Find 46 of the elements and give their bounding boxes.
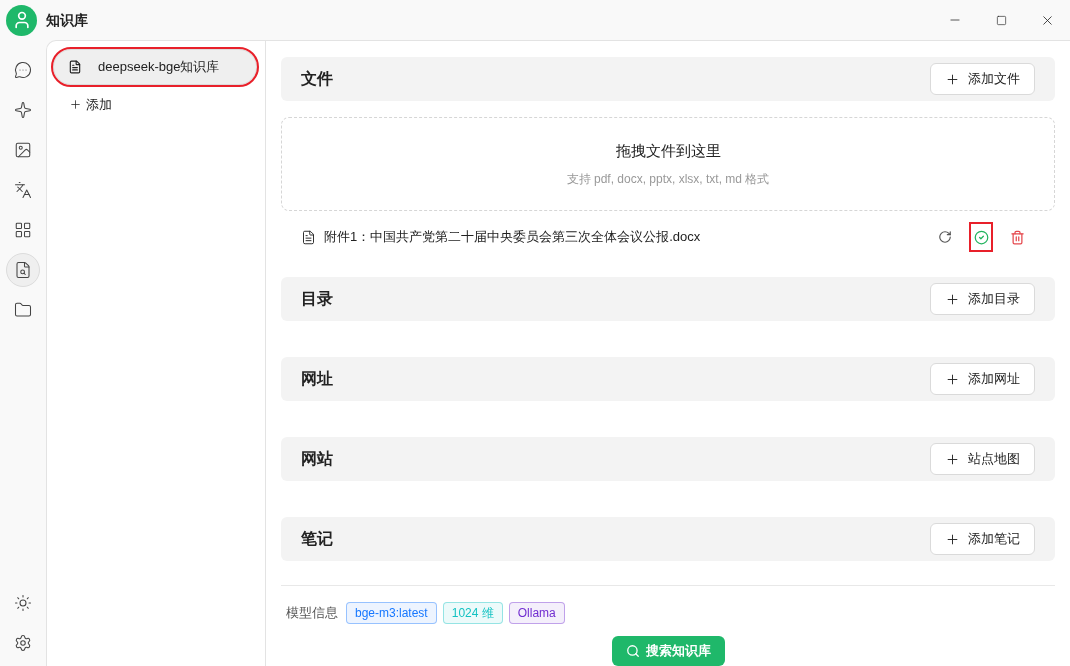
section-title: 笔记: [301, 529, 333, 549]
document-search-icon: [14, 261, 32, 279]
window-title: 知识库: [46, 10, 88, 30]
refresh-icon: [938, 230, 952, 244]
sun-icon: [14, 594, 32, 612]
plus-icon: [945, 451, 960, 467]
translate-icon: [14, 181, 32, 199]
add-button[interactable]: 添加文件: [930, 63, 1035, 95]
knowledge-base-name: deepseek-bge知识库: [98, 58, 220, 77]
drop-zone-title: 拖拽文件到这里: [615, 140, 721, 161]
model-tag: 1024 维: [442, 602, 503, 624]
section-title: 文件: [301, 69, 333, 89]
chat-icon: [14, 61, 32, 79]
check-circle-icon: [973, 229, 989, 245]
maximize-icon: [995, 14, 1007, 26]
plus-icon: [945, 531, 960, 547]
model-tag: bge-m3:latest: [346, 602, 437, 624]
add-knowledge-base-button[interactable]: 添加: [69, 95, 112, 115]
sparkle-icon: [14, 101, 32, 119]
plus-icon: [69, 98, 82, 112]
plus-icon: [945, 371, 960, 387]
knowledge-base-item[interactable]: deepseek-bge知识库: [53, 49, 257, 85]
add-button[interactable]: 添加目录: [930, 283, 1035, 315]
search-icon: [625, 644, 640, 658]
document-icon: [68, 60, 82, 74]
drop-zone[interactable]: 拖拽文件到这里 支持 pdf, docx, pptx, xlsx, txt, md 格式: [281, 117, 1055, 211]
grid-icon: [14, 221, 32, 239]
folder-icon: [14, 301, 32, 319]
trash-icon: [1009, 229, 1025, 245]
image-icon: [14, 141, 32, 159]
section-title: 网址: [301, 369, 333, 389]
add-button[interactable]: 添加网址: [930, 363, 1035, 395]
add-button[interactable]: 站点地图: [930, 443, 1035, 475]
model-tag: Ollama: [508, 602, 565, 624]
plus-icon: [945, 291, 960, 307]
drop-zone-hint: 支持 pdf, docx, pptx, xlsx, txt, md 格式: [566, 171, 770, 189]
plus-icon: [945, 71, 960, 87]
add-button[interactable]: 添加笔记: [930, 523, 1035, 555]
sidebar-nav-button[interactable]: [6, 253, 40, 287]
section-title: 网站: [301, 449, 333, 469]
settings-icon: [14, 634, 32, 652]
model-info-label: 模型信息: [286, 604, 338, 623]
file-name: 附件1：中国共产党第二十届中央委员会第三次全体会议公报.docx: [324, 228, 701, 247]
section-title: 目录: [301, 289, 333, 309]
document-icon: [301, 229, 316, 245]
user-avatar[interactable]: [6, 4, 37, 36]
